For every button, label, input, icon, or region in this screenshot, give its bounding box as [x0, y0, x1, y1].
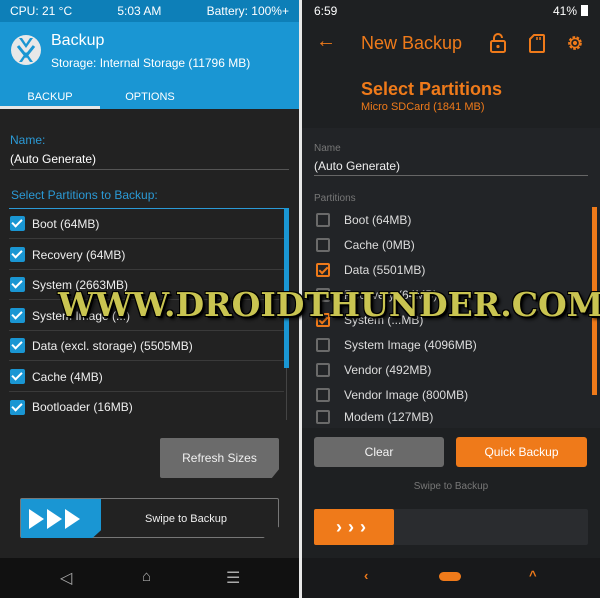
- scrollbar-track: [286, 368, 287, 420]
- arrow-right-icon: [47, 509, 62, 529]
- backup-name-input[interactable]: (Auto Generate): [314, 159, 400, 173]
- back-icon[interactable]: ◁: [60, 568, 72, 588]
- refresh-sizes-button[interactable]: Refresh Sizes: [160, 438, 279, 478]
- swipe-handle[interactable]: [21, 499, 101, 538]
- partition-item-boot[interactable]: Boot (64MB): [316, 210, 411, 230]
- twrp-logo-icon: [11, 35, 41, 65]
- checkbox[interactable]: [10, 247, 25, 262]
- partition-item-boot[interactable]: Boot (64MB): [9, 209, 284, 239]
- back-arrow-icon[interactable]: ←: [316, 30, 336, 53]
- partition-item-vendor[interactable]: Vendor (492MB): [316, 360, 431, 380]
- arrow-right-icon: [29, 509, 44, 529]
- partition-item-vendor-image[interactable]: Vendor Image (800MB): [316, 385, 468, 405]
- name-label: Name:: [10, 133, 46, 147]
- gear-icon[interactable]: [566, 33, 584, 53]
- partitions-label: Select Partitions to Backup:: [11, 188, 158, 202]
- section-title: Select Partitions: [361, 79, 503, 99]
- swipe-handle[interactable]: ›››: [314, 509, 394, 545]
- header: Backup Storage: Internal Storage (11796 …: [0, 22, 299, 109]
- storage-selector[interactable]: Micro SDCard (1841 MB): [361, 101, 484, 113]
- back-icon[interactable]: ‹: [364, 568, 368, 583]
- checkbox[interactable]: [10, 369, 25, 384]
- battery-percent: 41%: [552, 4, 577, 18]
- partition-item-recovery[interactable]: Recovery (64MB): [9, 240, 284, 270]
- home-icon[interactable]: ⌂: [142, 568, 151, 585]
- partitions-label: Partitions: [314, 193, 356, 204]
- partition-item-data[interactable]: Data (5501MB): [316, 260, 425, 280]
- checkbox[interactable]: [316, 363, 330, 377]
- storage-selector[interactable]: Storage: Internal Storage (11796 MB): [51, 56, 250, 70]
- partition-item-system-image[interactable]: System Image (4096MB): [316, 335, 477, 355]
- checkbox[interactable]: [10, 338, 25, 353]
- quick-backup-button[interactable]: Quick Backup: [456, 437, 587, 467]
- name-label: Name: [314, 143, 341, 154]
- checkbox[interactable]: [10, 308, 25, 323]
- checkbox[interactable]: [316, 238, 330, 252]
- partition-item-data[interactable]: Data (excl. storage) (5505MB): [9, 331, 284, 361]
- clock: 6:59: [314, 4, 338, 18]
- tab-options[interactable]: OPTIONS: [100, 84, 200, 109]
- recents-up-icon[interactable]: ^: [529, 568, 537, 583]
- arrow-right-icon: [65, 509, 80, 529]
- partition-item-bootloader[interactable]: Bootloader (16MB): [9, 392, 284, 422]
- swipe-to-backup-slider[interactable]: Swipe to Backup: [20, 498, 279, 538]
- checkbox[interactable]: [316, 338, 330, 352]
- menu-icon[interactable]: ☰: [226, 568, 240, 588]
- status-bar: 6:59 41%: [302, 0, 600, 22]
- checkbox[interactable]: [10, 399, 25, 415]
- checkbox[interactable]: [316, 410, 330, 424]
- checkbox[interactable]: [316, 213, 330, 227]
- swipe-label: Swipe to Backup: [413, 481, 489, 492]
- checkbox[interactable]: [316, 263, 330, 277]
- battery-icon: [581, 5, 588, 16]
- navigation-bar: ‹ ^: [302, 558, 600, 598]
- unlock-icon[interactable]: [489, 33, 507, 53]
- checkbox[interactable]: [10, 277, 25, 292]
- clear-button[interactable]: Clear: [314, 437, 444, 467]
- active-tab-indicator: [0, 106, 100, 109]
- clock: 5:03 AM: [117, 4, 162, 18]
- swipe-to-backup-slider[interactable]: ›››: [314, 509, 588, 545]
- partition-item-cache[interactable]: Cache (4MB): [9, 362, 284, 392]
- partition-item-modem[interactable]: Modem (127MB): [316, 410, 433, 426]
- sdcard-icon[interactable]: [528, 33, 546, 53]
- swipe-label: Swipe to Backup: [145, 513, 227, 525]
- battery-status: 41%: [553, 4, 588, 18]
- checkbox[interactable]: [10, 216, 25, 231]
- navigation-bar: ◁ ⌂ ☰: [0, 558, 299, 598]
- watermark: WWW.DROIDTHUNDER.COM: [58, 285, 600, 324]
- home-pill-icon[interactable]: [439, 572, 461, 581]
- page-title: Backup: [51, 32, 105, 49]
- name-underline: [314, 175, 588, 176]
- checkbox[interactable]: [316, 388, 330, 402]
- name-underline: [10, 169, 289, 170]
- status-bar: CPU: 21 °C 5:03 AM Battery: 100%+: [0, 0, 299, 22]
- battery-status: Battery: 100%+: [206, 4, 289, 18]
- page-title: New Backup: [361, 33, 463, 53]
- partition-item-cache[interactable]: Cache (0MB): [316, 235, 415, 255]
- backup-name-input[interactable]: (Auto Generate): [10, 152, 96, 166]
- cpu-temp: CPU: 21 °C: [10, 4, 73, 18]
